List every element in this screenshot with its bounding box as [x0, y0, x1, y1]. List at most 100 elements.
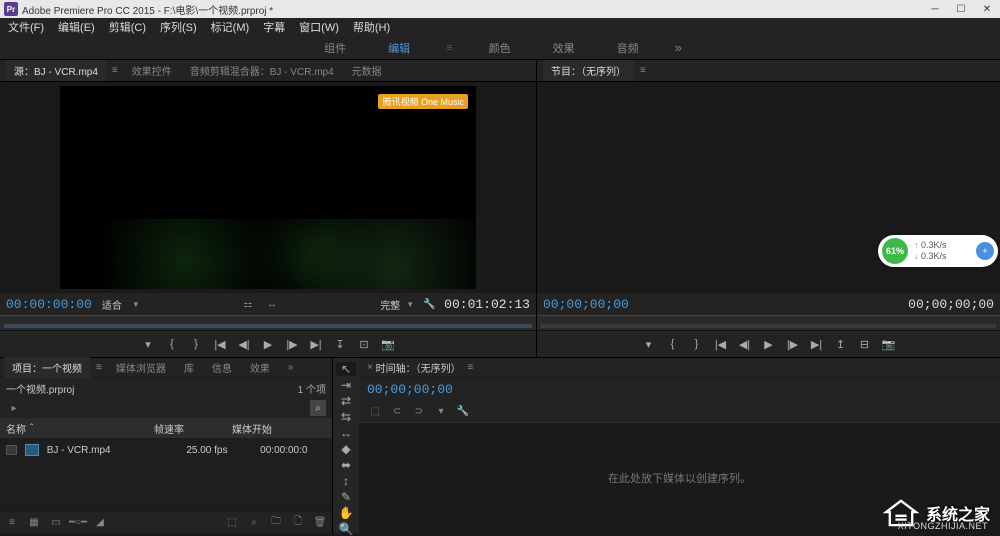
rate-stretch-tool[interactable]: ↔ [336, 426, 356, 440]
razor-tool[interactable]: ◆ [336, 442, 356, 456]
freeform-view-btn[interactable]: ▭ [48, 515, 64, 531]
menu-help[interactable]: 帮助(H) [353, 19, 390, 35]
proj-tab-menu-icon[interactable]: ≡ [92, 362, 106, 373]
ws-effects[interactable]: 效果 [547, 38, 581, 58]
export-frame-btn[interactable]: 📷 [378, 334, 398, 354]
close-button[interactable]: ✕ [978, 2, 996, 16]
new-bin-btn[interactable]: 🗀 [268, 515, 284, 531]
tab-effect-controls[interactable]: 效果控件 [124, 60, 180, 81]
network-indicator[interactable]: 61% ↑ 0.3K/s ↓ 0.3K/s + [878, 235, 998, 267]
source-ruler[interactable] [0, 315, 536, 331]
tab-info[interactable]: 信息 [204, 357, 240, 378]
program-in-timecode[interactable]: 00;00;00;00 [543, 297, 629, 312]
wrench-icon[interactable]: 🔧 [420, 295, 438, 313]
prog-step-back-btn[interactable]: ◀| [735, 334, 755, 354]
tab-source[interactable]: 源：BJ - VCR.mp4 [6, 60, 106, 81]
settings-icon[interactable]: ⚏ [239, 295, 257, 313]
menu-marker[interactable]: 标记(M) [211, 19, 250, 35]
list-view-btn[interactable]: ≡ [4, 515, 20, 531]
ws-color[interactable]: 颜色 [483, 38, 517, 58]
col-name[interactable]: 名称 ˆ [6, 421, 146, 436]
tl-snap-btn[interactable]: ⊂ [389, 403, 405, 419]
pen-tool[interactable]: ✎ [336, 490, 356, 504]
ws-assembly[interactable]: 组件 [318, 38, 352, 58]
find-btn[interactable]: ⌕ [246, 515, 262, 531]
new-item-btn[interactable]: 🗋 [290, 515, 306, 531]
tab-effects[interactable]: 效果 [242, 357, 278, 378]
tab-menu-icon[interactable]: ≡ [108, 65, 122, 76]
delete-btn[interactable]: 🗑 [312, 515, 328, 531]
prog-extract-btn[interactable]: ⊟ [855, 334, 875, 354]
zoom-slider[interactable]: ━○━ [70, 515, 86, 531]
menu-file[interactable]: 文件(F) [8, 19, 44, 35]
icon-view-btn[interactable]: ▦ [26, 515, 42, 531]
step-back-btn[interactable]: ◀| [234, 334, 254, 354]
prog-go-in-btn[interactable]: |◀ [711, 334, 731, 354]
ws-audio[interactable]: 音频 [611, 38, 645, 58]
slip-tool[interactable]: ⬌ [336, 458, 356, 472]
prog-in-btn[interactable]: { [663, 334, 683, 354]
tl-nest-btn[interactable]: ⬚ [367, 403, 383, 419]
source-video[interactable]: 腾讯视频 One Music [60, 86, 476, 289]
tl-marker-btn[interactable]: ▾ [433, 403, 449, 419]
go-out-btn[interactable]: ▶| [306, 334, 326, 354]
zoom-tool[interactable]: 🔍 [336, 522, 356, 536]
program-tab-menu-icon[interactable]: ≡ [636, 65, 650, 76]
maximize-button[interactable]: ☐ [952, 2, 970, 16]
search-icon[interactable]: ⌕ [310, 400, 326, 416]
menu-title[interactable]: 字幕 [263, 19, 285, 35]
tab-project[interactable]: 项目：一个视频 [4, 357, 90, 378]
tab-library[interactable]: 库 [176, 357, 202, 378]
menu-clip[interactable]: 剪辑(C) [109, 19, 146, 35]
prog-export-frame-btn[interactable]: 📷 [879, 334, 899, 354]
tl-settings-btn[interactable]: 🔧 [455, 403, 471, 419]
slide-tool[interactable]: ↕ [336, 474, 356, 488]
menu-window[interactable]: 窗口(W) [299, 19, 339, 35]
sort-btn[interactable]: ◢ [92, 515, 108, 531]
fit-select[interactable]: 适合 [98, 297, 126, 312]
mark-out-btn[interactable]: } [186, 334, 206, 354]
go-in-btn[interactable]: |◀ [210, 334, 230, 354]
menu-sequence[interactable]: 序列(S) [160, 19, 197, 35]
source-out-timecode[interactable]: 00:01:02:13 [444, 297, 530, 312]
tl-link-btn[interactable]: ⊃ [411, 403, 427, 419]
play-btn[interactable]: ▶ [258, 334, 278, 354]
net-expand-icon[interactable]: + [976, 242, 994, 260]
track-select-tool[interactable]: ⇥ [336, 378, 356, 392]
filter-bin-icon[interactable]: ▸ [6, 400, 22, 416]
menu-edit[interactable]: 编辑(E) [58, 19, 95, 35]
quality-select[interactable]: 完整 [380, 297, 400, 312]
ripple-edit-tool[interactable]: ⇄ [336, 394, 356, 408]
prog-play-btn[interactable]: ▶ [759, 334, 779, 354]
step-fwd-btn[interactable]: |▶ [282, 334, 302, 354]
program-out-timecode[interactable]: 00;00;00;00 [908, 297, 994, 312]
prog-lift-btn[interactable]: ↥ [831, 334, 851, 354]
overwrite-btn[interactable]: ⊡ [354, 334, 374, 354]
tab-overflow-icon[interactable]: » [280, 359, 302, 376]
tab-audio-mixer[interactable]: 音频剪辑混合器：BJ - VCR.mp4 [182, 60, 342, 81]
prog-go-out-btn[interactable]: ▶| [807, 334, 827, 354]
tab-program[interactable]: 节目：（无序列） [543, 60, 634, 81]
tab-media-browser[interactable]: 媒体浏览器 [108, 357, 174, 378]
clip-checkbox[interactable] [6, 445, 17, 455]
timeline-timecode[interactable]: 00;00;00;00 [367, 382, 453, 397]
insert-btn[interactable]: ↧ [330, 334, 350, 354]
add-marker-btn[interactable]: ▾ [138, 334, 158, 354]
prog-out-btn[interactable]: } [687, 334, 707, 354]
program-ruler[interactable] [537, 315, 1000, 331]
tab-metadata[interactable]: 元数据 [344, 60, 390, 81]
ws-editing[interactable]: 编辑 [382, 38, 416, 58]
ws-overflow-icon[interactable]: » [675, 40, 682, 55]
list-item[interactable]: BJ - VCR.mp4 25.00 fps 00:00:00:0 [6, 440, 326, 460]
prog-step-fwd-btn[interactable]: |▶ [783, 334, 803, 354]
col-fps[interactable]: 帧速率 [154, 421, 224, 436]
col-media-start[interactable]: 媒体开始 [232, 421, 302, 436]
timeline-menu-icon[interactable]: ≡ [461, 362, 478, 373]
hand-tool[interactable]: ✋ [336, 506, 356, 520]
selection-tool[interactable]: ↖ [336, 362, 356, 376]
prog-marker-btn[interactable]: ▾ [639, 334, 659, 354]
mark-in-btn[interactable]: { [162, 334, 182, 354]
rolling-edit-tool[interactable]: ⇆ [336, 410, 356, 424]
minimize-button[interactable]: ─ [926, 2, 944, 16]
automate-btn[interactable]: ⬚ [224, 515, 240, 531]
